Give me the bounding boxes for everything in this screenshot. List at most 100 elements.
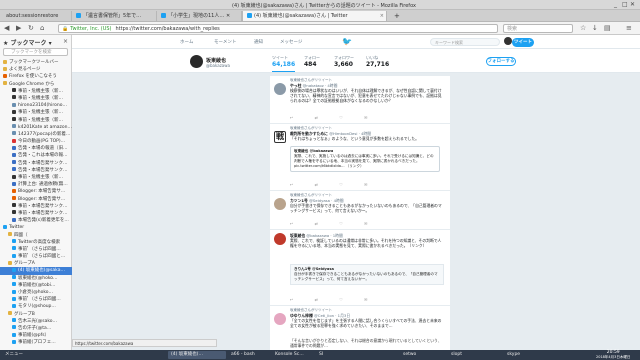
bookmark-item[interactable]: Firefox を使いこなそう — [0, 73, 72, 80]
taskbar-konsole[interactable]: Konsole Sc… — [272, 351, 314, 359]
chevron-down-icon[interactable]: ▾ — [49, 40, 52, 47]
bookmark-item[interactable]: 小倉亮(@hoko… — [0, 289, 72, 296]
tweet-actions[interactable]: ↩ ⇄ ♡ ✉ — [290, 182, 377, 187]
bookmark-item[interactable]: 告木三光(@sako… — [0, 318, 72, 325]
bookmark-item[interactable]: 事前・危機主張（新… — [0, 88, 72, 95]
tweet-actions[interactable]: ↩ ⇄ ♡ ✉ — [290, 115, 377, 120]
tab-news-1[interactable]: 「遺言書保管所」5年で… — [72, 11, 157, 21]
library-icon[interactable]: ▤ — [604, 24, 611, 33]
stat-tweets[interactable]: ツイート 64,186 — [272, 55, 296, 72]
browser-search-input[interactable]: 検索 — [503, 24, 573, 33]
taskbar-bash[interactable]: a66 - bash — [228, 351, 270, 359]
back-arrow-icon[interactable]: ◀ — [4, 24, 9, 33]
close-sidebar-icon[interactable]: × — [63, 38, 68, 45]
stat-likes[interactable]: いいね 27,716 — [366, 55, 389, 68]
bookmark-item[interactable]: 事前・危機主張（新… — [0, 109, 72, 116]
stat-following[interactable]: フォロー 484 — [304, 55, 320, 68]
bookmark-item[interactable]: 事前ﾟ（さらば四國と… — [0, 253, 72, 260]
tab-news-2[interactable]: 「小学生」現地の11人… ✕ — [157, 11, 242, 21]
bookmark-item[interactable]: 事前・危機主張（新… — [0, 95, 72, 102]
stat-followers[interactable]: フォロワー 3,660 — [334, 55, 354, 68]
bookmark-item[interactable]: Blogger: 本場告発サ… — [0, 188, 72, 195]
nav-home[interactable]: ホーム — [180, 39, 193, 45]
bookmark-item[interactable]: 坂東綾也(@hoko… — [0, 275, 72, 282]
reply-preview[interactable]: きりん1号 @Seidyasa 自分が手書きで保存できることもあるがなかったいな… — [290, 264, 444, 285]
tab-twitter-active[interactable]: (4) 坂東綾也(@sakazawa)さん | Twitter × — [242, 11, 387, 21]
bookmark-item[interactable]: 事前綾也(@tobi… — [0, 282, 72, 289]
tweet-actions[interactable]: ↩ ⇄ ♡ ✉ — [290, 221, 377, 226]
bookmark-item[interactable]: 事前綾(@pfs） — [0, 332, 72, 339]
close-tab-icon[interactable]: × — [380, 11, 384, 21]
nav-messages[interactable]: メッセージ — [280, 39, 302, 45]
bookmark-item[interactable]: 事前・危機主張（新… — [0, 174, 72, 181]
account-avatar[interactable] — [504, 37, 512, 45]
tweet-item[interactable]: 坂東綾也さんがリツイート カツン1号 @Seidyasa · 4時間 自分が手書… — [270, 191, 450, 230]
bookmark-item[interactable]: グループA — [0, 260, 72, 267]
tweet-actions[interactable]: ↩ ⇄ ♡ ✉ — [290, 297, 377, 302]
bookmark-item[interactable]: 今日の動画(PG TOP)… — [0, 138, 72, 145]
tweet-item[interactable]: 坂東綾也さんがリツイート やっ柱 @nakataoz · 4時間 検察側の場合は… — [270, 76, 450, 124]
bookmark-item[interactable]: k4201Kate at amazon… — [0, 124, 72, 131]
bookmark-item[interactable]: 事前綾(プロフェ… — [0, 339, 72, 346]
bookmark-item[interactable]: 本場告発(s)新着更年を… — [0, 217, 72, 224]
download-icon[interactable]: ↓ — [592, 24, 598, 33]
tweet-item[interactable]: 坂東綾也さんがリツイート 戦 裁判所を動かすために @HimtoonDesi ·… — [270, 124, 450, 191]
taskbar-slopt[interactable]: slopt — [448, 351, 476, 359]
bookmark-item[interactable]: hirono23104(hirono… — [0, 102, 72, 109]
close-window-button[interactable]: ✕ — [630, 1, 635, 8]
bookmark-item[interactable]: 告の汗子(@ta… — [0, 325, 72, 332]
tweet-item[interactable]: 坂東綾也 @bakazawa · 1時間 実際、これで、検証しているのは通常は非… — [270, 230, 450, 306]
forward-arrow-icon[interactable]: ▶ — [16, 24, 21, 33]
tab-session-restore[interactable]: about:sessionrestore — [2, 11, 72, 21]
tweet-avatar[interactable] — [274, 313, 286, 325]
taskbar-clock[interactable]: 20:59 2018年4月3日木曜日 — [596, 350, 630, 360]
tweet-avatar[interactable] — [274, 233, 286, 245]
taskbar-skype[interactable]: skype — [504, 351, 532, 359]
home-icon[interactable]: ⌂ — [40, 24, 44, 33]
twitter-search-input[interactable]: キーワード検索 — [430, 38, 500, 46]
tweet-avatar[interactable] — [274, 83, 286, 95]
bookmark-item[interactable]: Twitterの高度な検索 — [0, 239, 72, 246]
url-bar[interactable]: 🔒 Twitter, Inc. (US) https://twitter.com/b… — [58, 24, 498, 33]
bookmark-item[interactable]: Blogger: 本場告発サ… — [0, 196, 72, 203]
tweet-button[interactable]: ツイート — [512, 37, 534, 47]
profile-avatar[interactable] — [190, 55, 203, 68]
bookmark-item[interactable]: 事前・本場告発サンク… — [0, 203, 72, 210]
bookmark-item[interactable]: 142377(pocap)の新着… — [0, 131, 72, 138]
bookmark-item[interactable]: (4) 坂東綾也(@saka… — [0, 267, 72, 275]
bookmark-star-icon[interactable]: ☆ — [580, 24, 586, 33]
tweet-item[interactable]: 坂東綾也さんがリツイート ゆゆりん梓様 @Ceti_lion · 1月3日 「全… — [270, 306, 450, 350]
taskbar-setwo[interactable]: setwo — [400, 351, 434, 359]
tweet-avatar[interactable] — [274, 198, 286, 210]
bookmark-item[interactable]: Google Chrome から — [0, 81, 72, 88]
new-tab-button[interactable]: + — [390, 11, 400, 21]
nav-notifications[interactable]: 通知 — [254, 39, 263, 45]
minimize-button[interactable]: _ — [614, 1, 617, 8]
tweet-avatar[interactable]: 戦 — [274, 131, 286, 143]
bookmark-item[interactable]: モタリ(@shoup… — [0, 303, 72, 310]
bookmark-item[interactable]: グループB — [0, 311, 72, 318]
bookmark-item[interactable]: 事前・危機主張（新… — [0, 117, 72, 124]
taskbar-firefox[interactable]: (4) 坂東綾也(… — [168, 351, 226, 359]
bookmark-item[interactable]: Twitter — [0, 224, 72, 231]
bookmark-search-input[interactable]: ブックマークを検索 — [3, 48, 68, 56]
twitter-bird-icon[interactable]: 🐦 — [342, 37, 352, 46]
maximize-button[interactable]: □ — [622, 1, 628, 8]
start-menu-button[interactable]: メニュー — [2, 351, 32, 359]
bookmark-item[interactable]: 告発・これは本場の報… — [0, 152, 72, 159]
quoted-tweet[interactable]: 坂東綾也 @bakazawa 実際、これで、実施しているのは過去には事実に多い。… — [290, 146, 440, 172]
bookmark-item[interactable]: 告発・本場告発サンク… — [0, 160, 72, 167]
bookmark-item[interactable]: ブックマークツールバー — [0, 59, 72, 66]
follow-button[interactable]: フォローする — [486, 57, 516, 66]
bookmark-item[interactable]: 事前・本場告発サンク… — [0, 210, 72, 217]
bookmark-item[interactable]: よく見るページ — [0, 66, 72, 73]
bookmark-item[interactable]: 計算上台: 通過依頼(無… — [0, 181, 72, 188]
hamburger-menu-icon[interactable]: ≡ — [626, 24, 632, 33]
bookmark-item[interactable]: 四國（ — [0, 232, 72, 239]
reload-icon[interactable]: ↻ — [28, 24, 34, 33]
bookmark-item[interactable]: 告発・本場の報道（旧… — [0, 145, 72, 152]
nav-moments[interactable]: モーメント — [214, 39, 236, 45]
bookmark-item[interactable]: 事前ﾟ（さらば四國… — [0, 296, 72, 303]
bookmark-item[interactable]: 告発・本場告発サンク… — [0, 167, 72, 174]
taskbar-si[interactable]: SI — [316, 351, 336, 359]
